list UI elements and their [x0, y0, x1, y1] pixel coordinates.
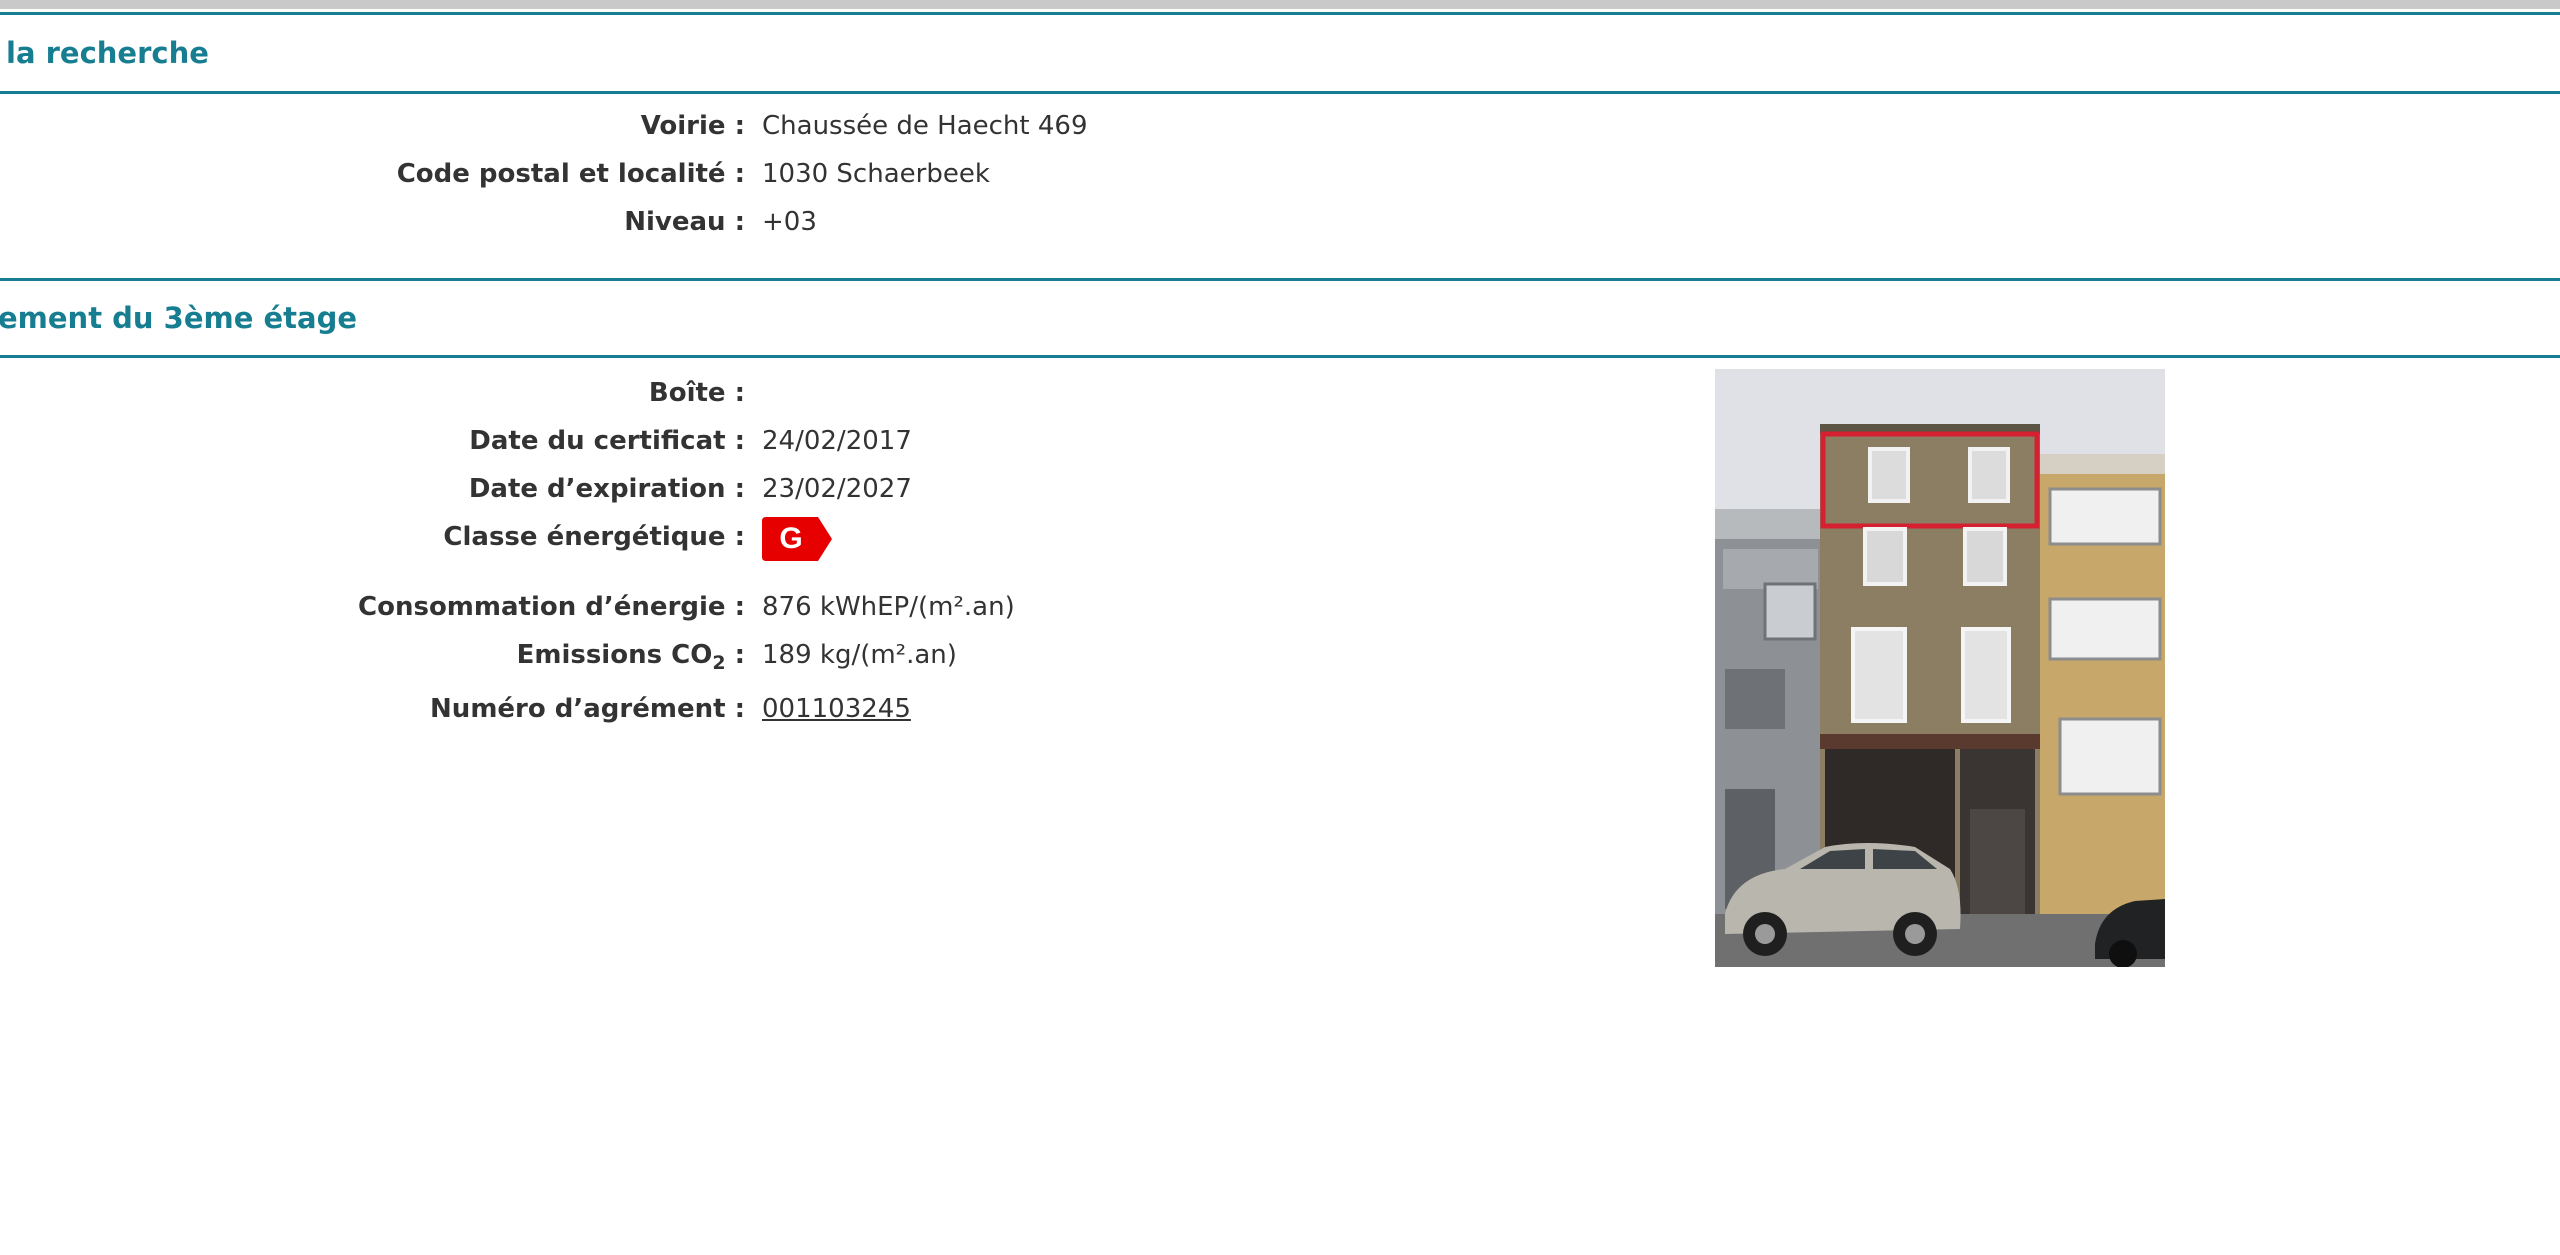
agrement-link[interactable]: 001103245: [762, 694, 911, 724]
postal-label: Code postal et localité :: [396, 159, 745, 189]
building-photo-drawing: [1715, 369, 2165, 967]
section-header-apartment: ement du 3ème étage: [0, 278, 2560, 358]
section-title-search: la recherche: [6, 36, 209, 70]
agrement-label: Numéro d’agrément :: [430, 694, 745, 724]
consommation-label: Consommation d’énergie :: [358, 592, 745, 622]
agrement-value: 001103245: [762, 689, 911, 729]
date-certificat-value: 24/02/2017: [762, 426, 912, 456]
classe-energetique-label: Classe énergétique :: [443, 522, 745, 552]
emissions-label: Emissions CO2 :: [0, 635, 745, 675]
section-header-search: la recherche: [0, 12, 2560, 94]
postal-value: 1030 Schaerbeek: [762, 159, 990, 189]
date-expiration-value: 23/02/2027: [762, 474, 912, 504]
boite-label: Boîte :: [648, 378, 745, 408]
consommation-value: 876 kWhEP/(m².an): [762, 592, 1015, 622]
emissions-label-end: :: [725, 640, 745, 670]
energy-class-letter: G: [779, 522, 803, 555]
voirie-label: Voirie :: [640, 111, 745, 141]
niveau-label: Niveau :: [624, 207, 745, 237]
date-expiration-label: Date d’expiration :: [468, 474, 745, 504]
energy-class-badge: G: [762, 517, 832, 561]
section-title-apartment: ement du 3ème étage: [0, 301, 358, 335]
emissions-value: 189 kg/(m².an): [762, 640, 957, 670]
emissions-label-main: Emissions CO: [516, 640, 713, 670]
date-certificat-label: Date du certificat :: [469, 426, 745, 456]
top-border-strip: [0, 0, 2560, 15]
emissions-label-sub: 2: [712, 652, 726, 675]
voirie-value: Chaussée de Haecht 469: [762, 111, 1088, 141]
niveau-value: +03: [762, 207, 817, 237]
building-photo: [1715, 369, 2165, 967]
